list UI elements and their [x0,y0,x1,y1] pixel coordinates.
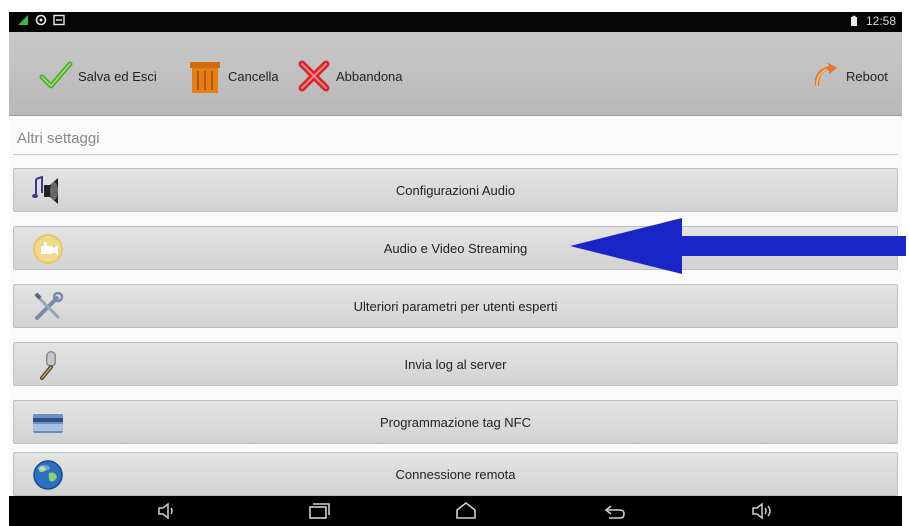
home-icon[interactable] [454,501,478,521]
signal-icon [18,15,28,25]
reboot-button[interactable]: Reboot [809,58,888,94]
reboot-icon [814,62,837,87]
volume-up-icon[interactable] [750,501,774,521]
section-divider [13,154,898,155]
reboot-label: Reboot [846,68,888,84]
save-exit-button[interactable]: Salva ed Esci [39,58,157,94]
tablet-screen: 12:58 Salva ed Esci Cancella Abbandona R… [9,12,902,526]
row-label: Configurazioni Audio [395,183,516,198]
section-title: Altri settaggi [17,130,100,147]
location-icon [35,14,47,26]
save-exit-label: Salva ed Esci [78,68,157,84]
row-audio-config[interactable]: Configurazioni Audio [13,168,898,212]
clock: 12:58 [865,14,896,28]
delete-button[interactable]: Cancella [187,58,279,94]
row-label: Programmazione tag NFC [380,415,531,430]
row-advanced-params[interactable]: Ulteriori parametri per utenti esperti [13,284,898,328]
back-icon[interactable] [603,501,627,521]
battery-icon [850,15,857,26]
row-label: Connessione remota [395,467,516,482]
delete-label: Cancella [228,68,279,84]
status-bar: 12:58 [9,12,902,32]
action-toolbar: Salva ed Esci Cancella Abbandona Reboot [9,32,902,116]
row-nfc-programming[interactable]: Programmazione tag NFC [13,400,898,444]
photo-icon [53,14,65,26]
abandon-button[interactable]: Abbandona [297,58,403,94]
navigation-bar [9,496,902,526]
red-x-icon [298,60,330,92]
volume-down-icon[interactable] [155,501,179,521]
abandon-label: Abbandona [336,68,403,84]
row-label: Audio e Video Streaming [383,241,528,256]
row-send-log[interactable]: Invia log al server [13,342,898,386]
row-label: Ulteriori parametri per utenti esperti [353,299,558,314]
checkmark-icon [39,61,73,89]
settings-panel: Altri settaggi Configurazioni Audio Audi… [9,116,902,496]
row-audio-video-streaming[interactable]: Audio e Video Streaming [13,226,898,270]
trash-bin-icon [190,62,220,93]
recent-apps-icon[interactable] [307,501,331,521]
row-label: Invia log al server [404,357,507,372]
row-remote-connection[interactable]: Connessione remota [13,452,898,496]
